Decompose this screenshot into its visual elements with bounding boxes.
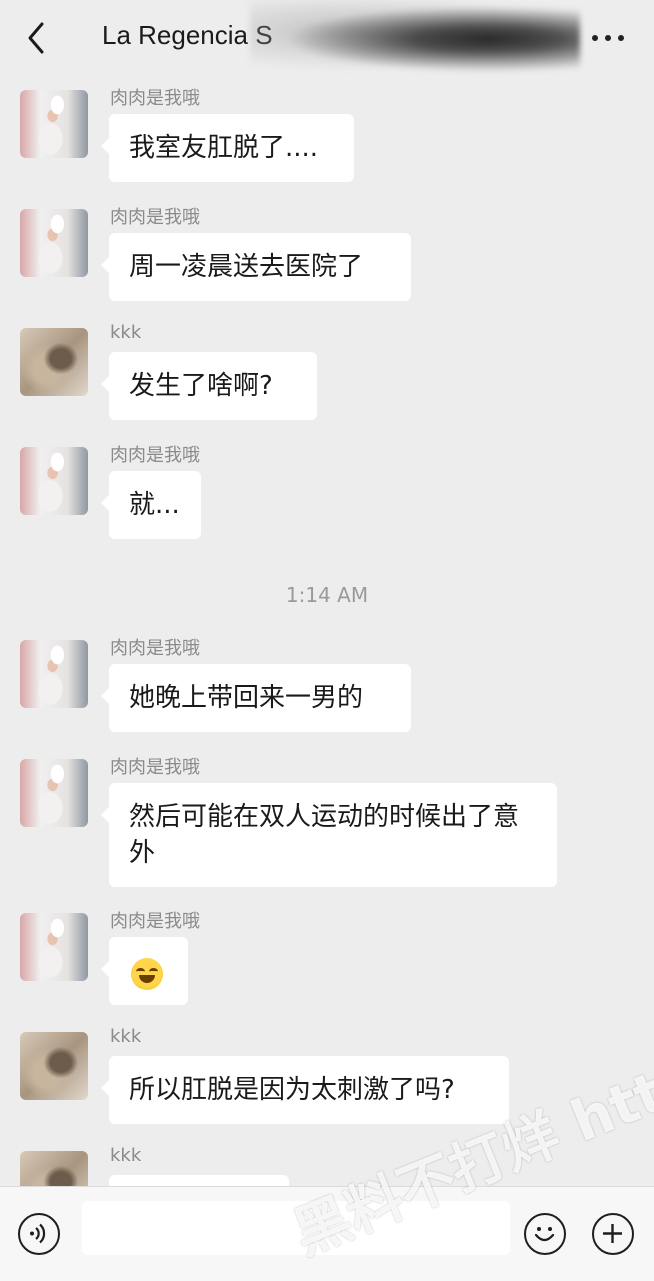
avatar[interactable] <box>20 90 88 158</box>
tears-of-joy-emoji-icon <box>131 957 163 990</box>
sender-name: 肉肉是我哦 <box>110 638 200 659</box>
avatar[interactable] <box>20 328 88 396</box>
avatar[interactable] <box>20 913 88 981</box>
sender-name: kkk <box>110 1026 142 1047</box>
message-bubble[interactable]: 我室友肛脱了.... <box>101 114 354 182</box>
message-bubble[interactable] <box>109 1175 289 1186</box>
smiley-icon <box>534 1227 555 1242</box>
plus-icon <box>603 1224 622 1243</box>
message-list[interactable]: 肉肉是我哦 我室友肛脱了.... 肉肉是我哦 周一凌晨送去医院了 kkk 发生了… <box>0 78 654 1186</box>
voice-icon <box>30 1223 46 1244</box>
sender-name: kkk <box>110 1145 142 1166</box>
message-bubble[interactable]: 周一凌晨送去医院了 <box>101 233 411 301</box>
message-bubble[interactable]: 她晚上带回来一男的 <box>101 664 411 732</box>
timestamp: 1:14 AM <box>285 583 369 607</box>
emoji-button[interactable] <box>524 1213 566 1255</box>
message-bubble[interactable]: 就... <box>101 471 201 539</box>
sender-name: 肉肉是我哦 <box>110 88 200 109</box>
voice-button[interactable] <box>18 1213 60 1255</box>
chat-title: La Regencia S <box>102 20 273 50</box>
sender-name: 肉肉是我哦 <box>110 445 200 466</box>
more-icon[interactable] <box>588 26 628 50</box>
redaction-smudge <box>250 0 580 78</box>
message-bubble[interactable]: 所以肛脱是因为太刺激了吗? <box>101 1056 509 1124</box>
avatar[interactable] <box>20 640 88 708</box>
avatar[interactable] <box>20 1032 88 1100</box>
sender-name: 肉肉是我哦 <box>110 911 200 932</box>
avatar[interactable] <box>20 1151 88 1186</box>
chat-header: La Regencia S <box>0 0 654 78</box>
avatar[interactable] <box>20 209 88 277</box>
message-bubble[interactable] <box>101 937 188 1005</box>
back-icon[interactable] <box>22 20 52 56</box>
message-bubble[interactable]: 然后可能在双人运动的时候出了意外 <box>101 783 557 887</box>
add-button[interactable] <box>592 1213 634 1255</box>
sender-name: 肉肉是我哦 <box>110 207 200 228</box>
avatar[interactable] <box>20 447 88 515</box>
sender-name: kkk <box>110 322 142 343</box>
sender-name: 肉肉是我哦 <box>110 757 200 778</box>
avatar[interactable] <box>20 759 88 827</box>
message-bubble[interactable]: 发生了啥啊? <box>101 352 317 420</box>
